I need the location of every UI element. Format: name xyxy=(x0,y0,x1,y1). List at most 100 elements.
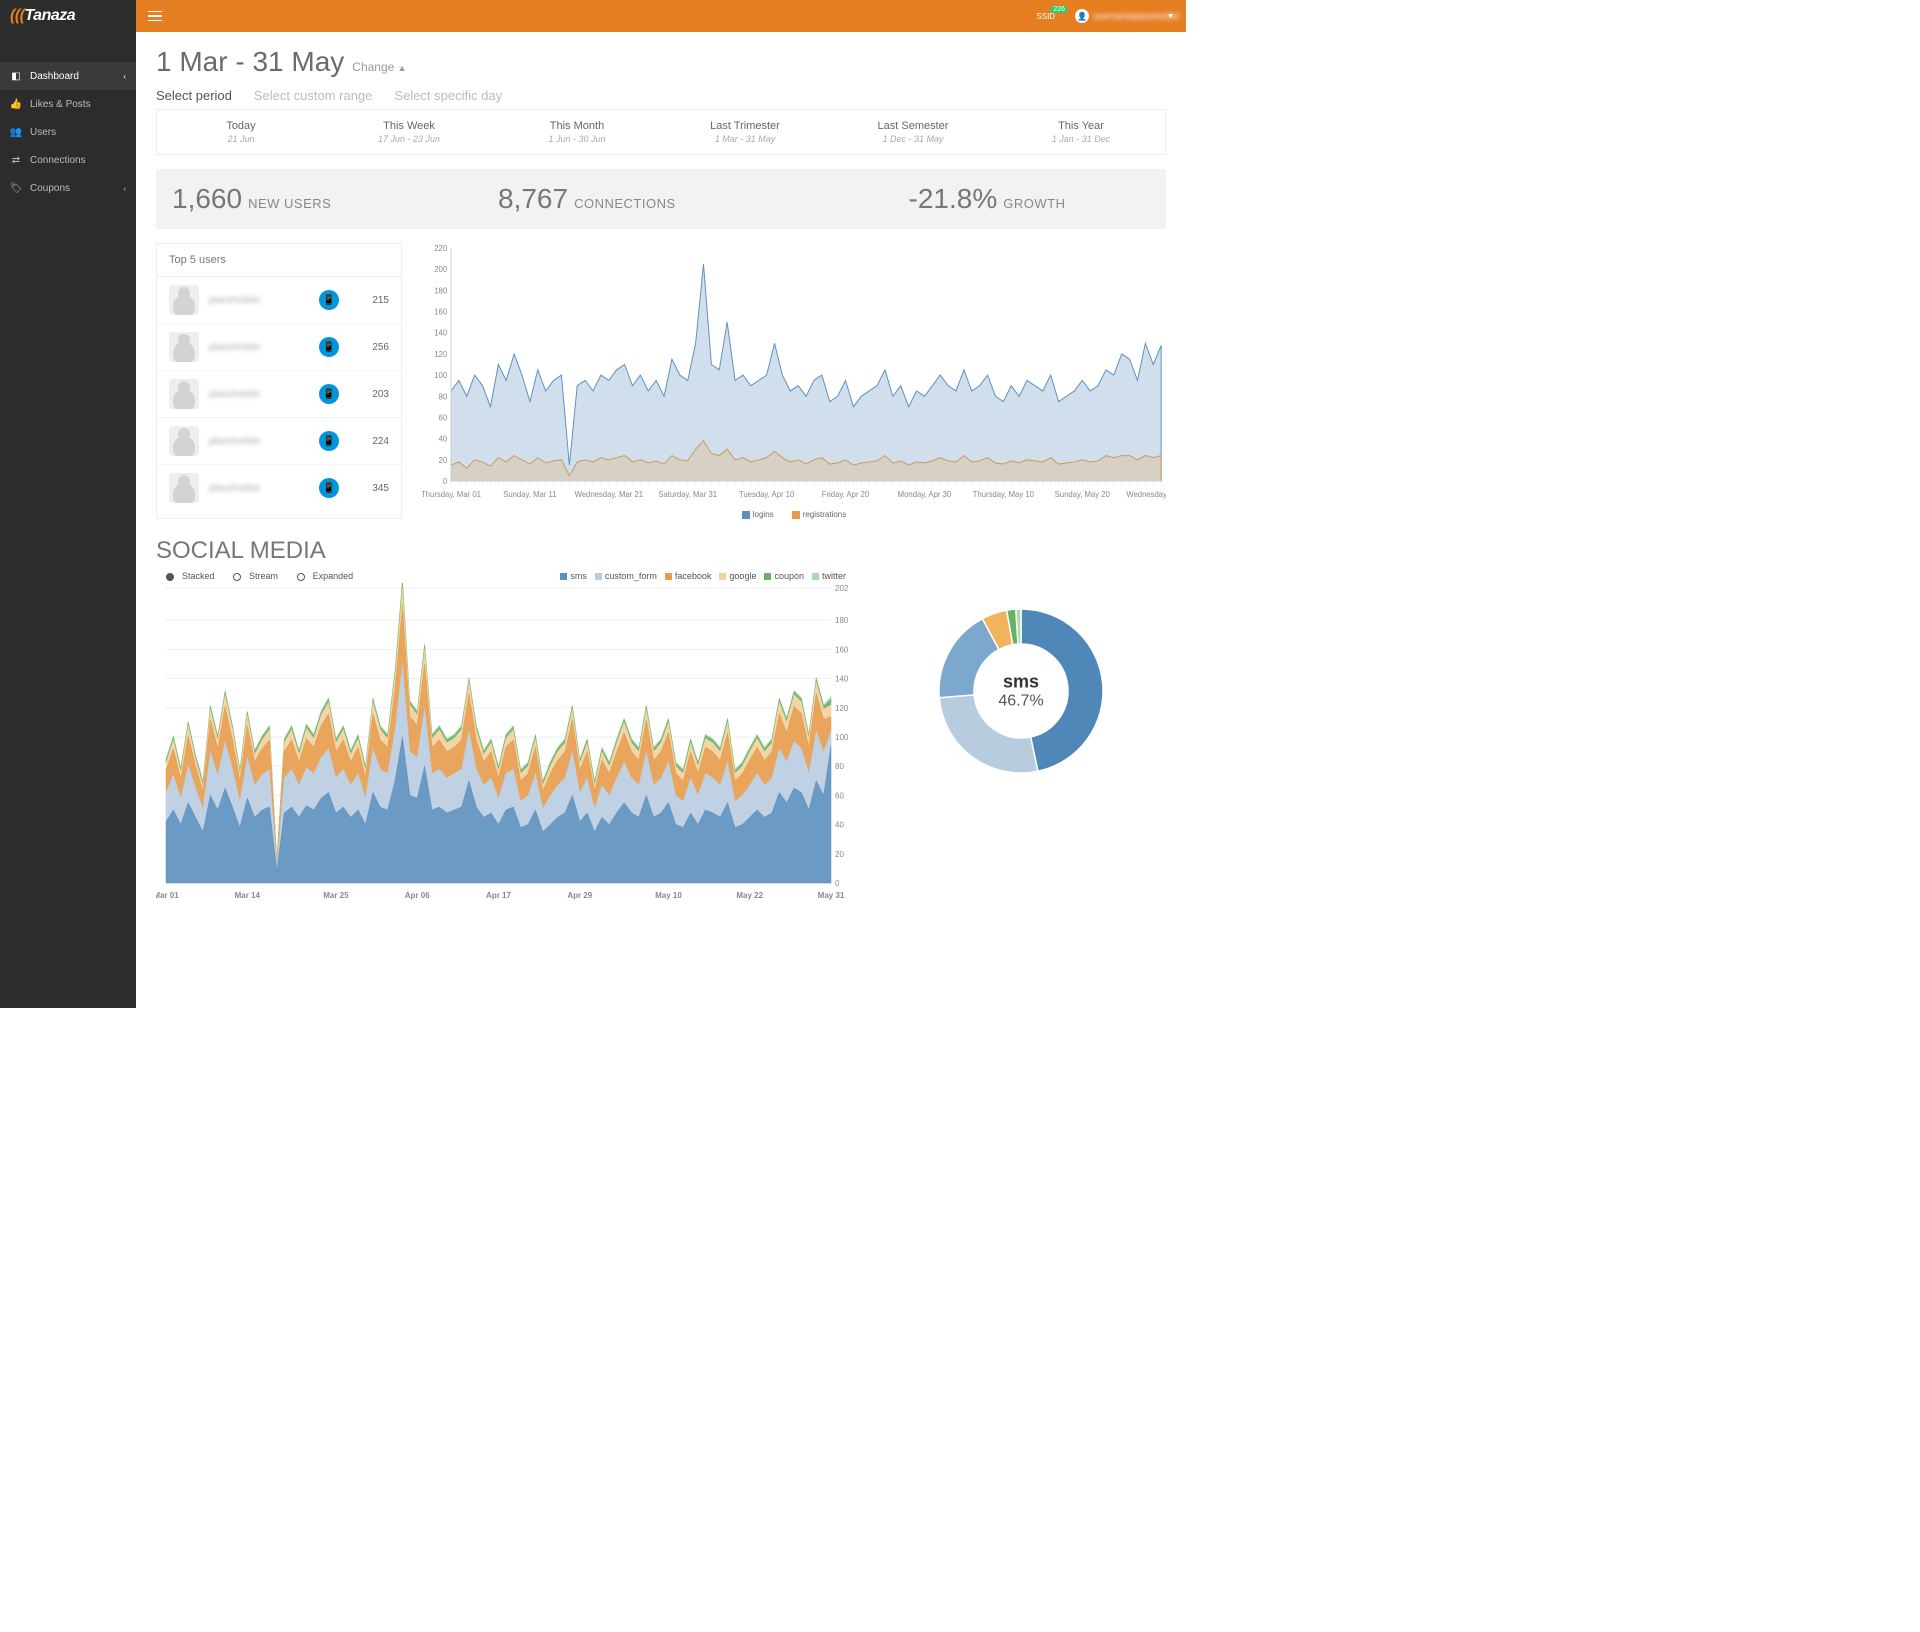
device-mobile-icon: 📱 xyxy=(319,431,339,451)
menu-toggle-icon[interactable] xyxy=(148,9,162,23)
chart-social-donut: sms 46.7% xyxy=(876,571,1166,906)
svg-text:120: 120 xyxy=(835,704,849,713)
period-this-month[interactable]: This Month1 Jun - 30 Jun xyxy=(493,110,661,154)
svg-text:May 31: May 31 xyxy=(818,891,845,900)
svg-text:40: 40 xyxy=(439,435,448,444)
stat-connections: 8,767 CONNECTIONS xyxy=(498,183,824,215)
user-menu[interactable]: 👤 usernameplaceholder ▼ xyxy=(1075,9,1174,23)
top5-row[interactable]: placeholder📱203 xyxy=(157,371,401,418)
svg-text:202: 202 xyxy=(835,584,849,593)
user-avatar-icon xyxy=(169,426,199,456)
svg-text:80: 80 xyxy=(439,392,448,401)
legend-logins: logins xyxy=(742,510,774,519)
svg-text:Mar 01: Mar 01 xyxy=(156,891,179,900)
period-today[interactable]: Today21 Jun xyxy=(157,110,325,154)
svg-text:200: 200 xyxy=(434,265,448,274)
svg-text:20: 20 xyxy=(439,456,448,465)
chevron-left-icon: ‹ xyxy=(123,72,126,81)
sidebar-item-connections[interactable]: ⇄Connections xyxy=(0,146,136,174)
legend-facebook: facebook xyxy=(665,571,712,581)
legend-coupon: coupon xyxy=(764,571,804,581)
brand: (((Tanaza xyxy=(0,0,136,32)
chart-mode-toggle[interactable]: Stacked Stream Expanded xyxy=(166,571,369,581)
top5-header: Top 5 users xyxy=(157,244,401,277)
chevron-left-icon: ‹ xyxy=(123,184,126,193)
svg-text:Tuesday, Apr 10: Tuesday, Apr 10 xyxy=(739,490,795,499)
top5-row[interactable]: placeholder📱345 xyxy=(157,465,401,511)
change-period-link[interactable]: Change ▲ xyxy=(352,60,406,74)
svg-text:May 10: May 10 xyxy=(655,891,682,900)
stat-growth: -21.8% GROWTH xyxy=(824,183,1150,215)
svg-text:Thursday, May 10: Thursday, May 10 xyxy=(973,490,1035,499)
tag-icon: 🏷 xyxy=(10,182,22,194)
period-presets: Today21 JunThis Week17 Jun - 23 JunThis … xyxy=(156,109,1166,155)
stat-new-users: 1,660 NEW USERS xyxy=(172,183,498,215)
legend-registrations: registrations xyxy=(792,510,847,519)
page-title: 1 Mar - 31 May xyxy=(156,46,344,78)
top5-row[interactable]: placeholder📱215 xyxy=(157,277,401,324)
tab-select-specific-day[interactable]: Select specific day xyxy=(394,88,502,103)
radio-stream-icon xyxy=(233,573,241,581)
svg-text:40: 40 xyxy=(835,821,844,830)
user-avatar-icon xyxy=(169,473,199,503)
thumbs-up-icon: 👍 xyxy=(10,98,22,110)
tab-select-period[interactable]: Select period xyxy=(156,88,232,103)
svg-text:Friday, Apr 20: Friday, Apr 20 xyxy=(822,490,870,499)
content: 1 Mar - 31 May Change ▲ Select period Sel… xyxy=(136,32,1186,1008)
ssid-badge[interactable]: SSID 226 xyxy=(1036,12,1061,21)
svg-text:Sunday, May 20: Sunday, May 20 xyxy=(1055,490,1111,499)
sidebar-item-dashboard[interactable]: ◧Dashboard‹ xyxy=(0,62,136,90)
top5-users-card: Top 5 users placeholder📱215placeholder📱2… xyxy=(156,243,402,519)
user-avatar-icon xyxy=(169,379,199,409)
top5-row[interactable]: placeholder📱256 xyxy=(157,324,401,371)
period-last-semester[interactable]: Last Semester1 Dec - 31 May xyxy=(829,110,997,154)
svg-text:Monday, Apr 30: Monday, Apr 30 xyxy=(898,490,952,499)
main: SSID 226 👤 usernameplaceholder ▼ 1 Mar -… xyxy=(136,0,1186,1008)
radio-stacked-icon xyxy=(166,573,174,581)
top5-row[interactable]: placeholder📱224 xyxy=(157,418,401,465)
svg-text:160: 160 xyxy=(434,307,448,316)
period-last-trimester[interactable]: Last Trimester1 Mar - 31 May xyxy=(661,110,829,154)
users-icon: 👥 xyxy=(10,126,22,138)
period-this-year[interactable]: This Year1 Jan - 31 Dec xyxy=(997,110,1165,154)
svg-text:Sunday, Mar 11: Sunday, Mar 11 xyxy=(503,490,556,499)
svg-text:100: 100 xyxy=(434,371,448,380)
svg-text:220: 220 xyxy=(434,244,448,253)
stats-bar: 1,660 NEW USERS 8,767 CONNECTIONS -21.8%… xyxy=(156,169,1166,229)
tab-select-custom-range[interactable]: Select custom range xyxy=(254,88,373,103)
sidebar-item-likes-posts[interactable]: 👍Likes & Posts xyxy=(0,90,136,118)
svg-text:May 22: May 22 xyxy=(736,891,763,900)
legend-custom_form: custom_form xyxy=(595,571,657,581)
device-mobile-icon: 📱 xyxy=(319,478,339,498)
svg-text:140: 140 xyxy=(835,675,849,684)
svg-text:20: 20 xyxy=(835,850,844,859)
user-avatar-icon xyxy=(169,285,199,315)
nav: ◧Dashboard‹👍Likes & Posts👥Users⇄Connecti… xyxy=(0,62,136,202)
sidebar-item-coupons[interactable]: 🏷Coupons‹ xyxy=(0,174,136,202)
svg-text:Wednesday, May 31: Wednesday, May 31 xyxy=(1126,490,1166,499)
sidebar: (((Tanaza ◧Dashboard‹👍Likes & Posts👥User… xyxy=(0,0,136,1008)
section-title-social: SOCIAL MEDIA xyxy=(156,537,1166,565)
chart-logins-registrations: 020406080100120140160180200220Thursday, … xyxy=(422,243,1166,519)
svg-text:80: 80 xyxy=(835,762,844,771)
period-this-week[interactable]: This Week17 Jun - 23 Jun xyxy=(325,110,493,154)
svg-text:Saturday, Mar 31: Saturday, Mar 31 xyxy=(658,490,717,499)
brand-logo: (((Tanaza xyxy=(10,7,75,25)
svg-text:180: 180 xyxy=(434,286,448,295)
svg-text:Mar 25: Mar 25 xyxy=(323,891,349,900)
svg-text:0: 0 xyxy=(443,477,448,486)
user-avatar-icon xyxy=(169,332,199,362)
svg-text:120: 120 xyxy=(434,350,448,359)
svg-text:Thursday, Mar 01: Thursday, Mar 01 xyxy=(422,490,481,499)
dashboard-icon: ◧ xyxy=(10,70,22,82)
svg-text:Apr 06: Apr 06 xyxy=(405,891,430,900)
svg-text:180: 180 xyxy=(835,616,849,625)
chart-social-stacked: Stacked Stream Expanded sms custom_form fa… xyxy=(156,571,856,906)
device-mobile-icon: 📱 xyxy=(319,290,339,310)
svg-text:Apr 29: Apr 29 xyxy=(567,891,592,900)
user-avatar-icon: 👤 xyxy=(1075,9,1089,23)
legend-sms: sms xyxy=(560,571,587,581)
legend-google: google xyxy=(719,571,756,581)
sidebar-item-users[interactable]: 👥Users xyxy=(0,118,136,146)
svg-text:140: 140 xyxy=(434,329,448,338)
